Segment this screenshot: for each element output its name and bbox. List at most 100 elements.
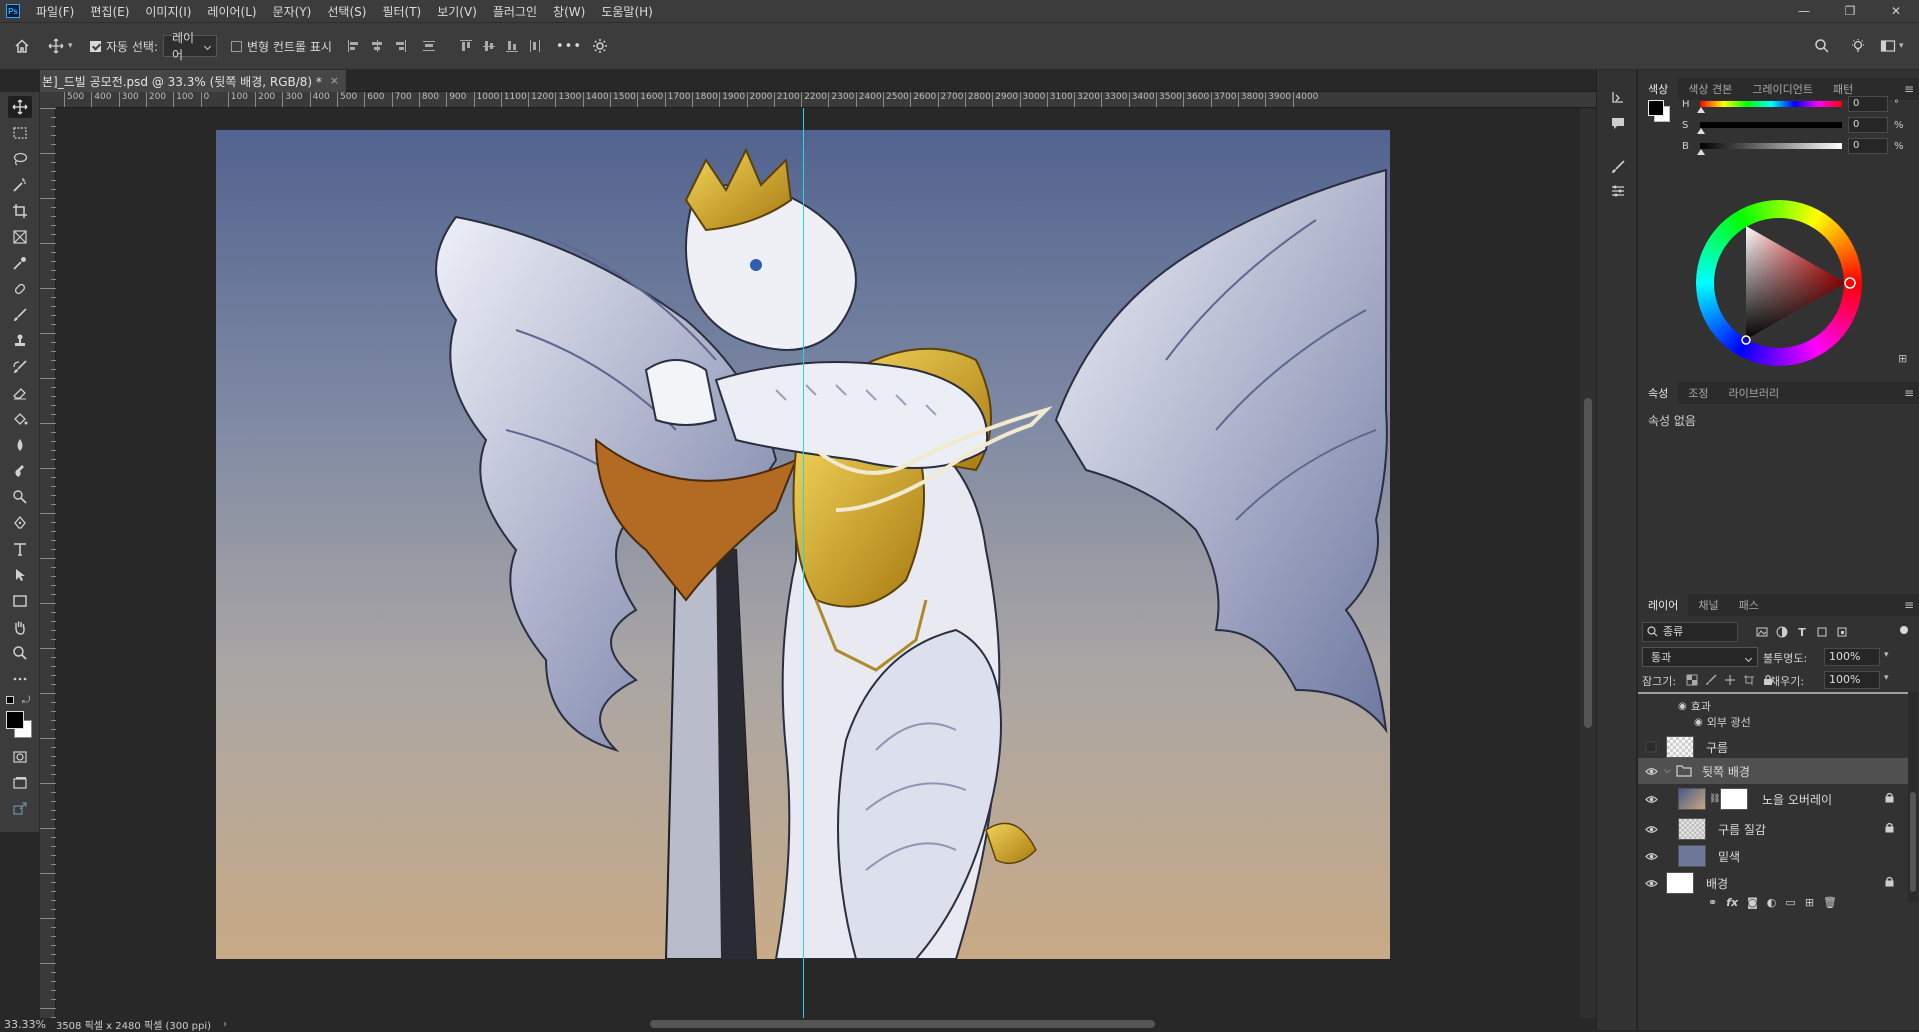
search-icon[interactable] <box>1814 35 1830 57</box>
layer-row[interactable]: 구름 <box>1638 734 1908 760</box>
menu-item-5[interactable]: 선택(S) <box>319 3 374 20</box>
close-button[interactable]: ✕ <box>1873 0 1919 22</box>
hand-tool-icon[interactable] <box>8 616 32 638</box>
new-adjustment-layer-icon[interactable]: ◐ <box>1767 896 1777 909</box>
brightness-knob[interactable] <box>1697 149 1705 155</box>
move-tool-preset-icon[interactable]: ▾ <box>48 35 73 57</box>
auto-select-toggle[interactable]: 자동 선택: <box>90 35 158 57</box>
filter-adjustment-icon[interactable] <box>1776 626 1788 638</box>
group-collapse-chevron-icon[interactable]: ⌵ <box>1664 766 1671 776</box>
layers-panel-menu-icon[interactable]: ≡ <box>1904 598 1914 612</box>
history-panel-icon[interactable] <box>1609 88 1627 106</box>
smudge-tool-icon[interactable] <box>8 460 32 482</box>
healing-brush-tool-icon[interactable] <box>8 278 32 300</box>
menu-item-0[interactable]: 파일(F) <box>28 3 82 20</box>
tab-properties[interactable]: 속성 <box>1638 382 1679 404</box>
properties-panel-menu-icon[interactable]: ≡ <box>1904 386 1914 400</box>
color-triangle[interactable] <box>1696 200 1862 366</box>
vertical-scrollbar-thumb[interactable] <box>1584 398 1592 728</box>
layers-scrollbar[interactable] <box>1908 692 1918 902</box>
dodge-tool-icon[interactable] <box>8 486 32 508</box>
fill-input[interactable]: 100% <box>1824 671 1880 689</box>
brightness-value[interactable]: 0 <box>1848 138 1888 154</box>
saturation-track[interactable] <box>1697 122 1842 134</box>
edit-toolbar-icon[interactable] <box>8 668 32 690</box>
hue-track[interactable] <box>1697 101 1842 113</box>
share-icon[interactable] <box>8 798 32 820</box>
transform-controls-toggle[interactable]: 변형 컨트롤 표시 <box>231 35 332 57</box>
effects-row[interactable]: ◉ 효과 <box>1678 698 1711 714</box>
align-top-icon[interactable] <box>458 38 474 54</box>
layer-thumbnail[interactable] <box>1666 736 1694 758</box>
new-layer-icon[interactable]: ⊞ <box>1805 896 1814 909</box>
brightness-track[interactable] <box>1697 143 1842 155</box>
blend-mode-dropdown[interactable]: 통과 <box>1642 647 1758 667</box>
move-tool-icon[interactable] <box>8 96 32 118</box>
new-group-icon[interactable]: ▭ <box>1785 896 1795 909</box>
align-bottom-icon[interactable] <box>504 38 520 54</box>
horizontal-scrollbar-thumb[interactable] <box>650 1020 1155 1028</box>
layers-scrollbar-thumb[interactable] <box>1910 792 1916 892</box>
brightness-slider[interactable]: B 0 % <box>1682 138 1912 155</box>
marquee-tool-icon[interactable] <box>8 122 32 144</box>
color-panel-menu-icon[interactable]: ≡ <box>1904 82 1914 96</box>
history-brush-tool-icon[interactable] <box>8 356 32 378</box>
canvas-area[interactable] <box>56 108 1580 1018</box>
menu-item-8[interactable]: 플러그인 <box>485 3 545 20</box>
layer-thumbnail[interactable] <box>1678 845 1706 867</box>
layer-filter-dropdown[interactable]: 종류 <box>1642 622 1738 642</box>
pen-tool-icon[interactable] <box>8 512 32 534</box>
vertical-scrollbar[interactable] <box>1580 108 1596 1018</box>
menu-item-6[interactable]: 필터(T) <box>374 3 429 20</box>
lock-position-icon[interactable] <box>1724 674 1736 686</box>
fill-dropdown-icon[interactable]: ▾ <box>1884 673 1889 683</box>
brush-settings-panel-icon[interactable] <box>1609 158 1627 176</box>
filter-toggle-icon[interactable] <box>1900 626 1908 634</box>
layer-row[interactable]: ⛓ 노을 오버레이 <box>1638 786 1908 812</box>
hue-ring-cursor[interactable] <box>1844 277 1856 289</box>
clone-stamp-tool-icon[interactable] <box>8 330 32 352</box>
magic-wand-tool-icon[interactable] <box>8 174 32 196</box>
opacity-dropdown-icon[interactable]: ▾ <box>1884 650 1889 660</box>
layer-style-fx-icon[interactable]: fx <box>1726 896 1738 909</box>
menu-item-3[interactable]: 레이어(L) <box>199 3 264 20</box>
vertical-ruler[interactable] <box>40 108 56 1018</box>
distribute-vertical-icon[interactable] <box>421 38 437 54</box>
status-menu-arrow[interactable]: › <box>223 1019 227 1030</box>
saturation-knob[interactable] <box>1697 128 1705 134</box>
horizontal-ruler[interactable]: 500 400 300 200 100 0 100 200 300 400 500 600 700 800… <box>56 92 1596 108</box>
align-right-icon[interactable] <box>392 38 408 54</box>
rectangle-tool-icon[interactable] <box>8 590 32 612</box>
lock-transparent-icon[interactable] <box>1686 674 1698 686</box>
paint-bucket-tool-icon[interactable] <box>8 408 32 430</box>
minimize-button[interactable]: — <box>1781 0 1827 22</box>
menu-item-9[interactable]: 창(W) <box>545 3 593 20</box>
settings-gear-icon[interactable] <box>592 35 608 57</box>
discover-bulb-icon[interactable] <box>1850 35 1866 57</box>
auto-select-checkbox[interactable] <box>90 40 101 52</box>
hidden-visibility-icon[interactable] <box>1644 740 1658 754</box>
adjustment-presets-panel-icon[interactable] <box>1609 182 1627 200</box>
eye-visibility-icon[interactable] <box>1644 764 1658 778</box>
brush-tool-icon[interactable] <box>8 304 32 326</box>
filter-type-icon[interactable]: T <box>1796 626 1808 639</box>
layer-row[interactable]: 밑색 <box>1638 843 1908 869</box>
outer-glow-effect-row[interactable]: ◉ 외부 광선 <box>1694 714 1751 730</box>
type-tool-icon[interactable] <box>8 538 32 560</box>
restore-button[interactable]: ❐ <box>1827 0 1873 22</box>
eye-visibility-icon[interactable] <box>1644 849 1658 863</box>
align-center-horizontal-icon[interactable] <box>369 38 385 54</box>
opacity-input[interactable]: 100% <box>1824 648 1880 666</box>
crop-tool-icon[interactable] <box>8 200 32 222</box>
menu-item-4[interactable]: 문자(Y) <box>265 3 320 20</box>
lasso-tool-icon[interactable] <box>8 148 32 170</box>
screen-mode-icon[interactable] <box>8 772 32 794</box>
quick-mask-icon[interactable] <box>8 746 32 768</box>
foreground-color-swatch[interactable] <box>6 711 24 729</box>
filter-shape-icon[interactable] <box>1816 626 1828 638</box>
color-wheel[interactable] <box>1696 200 1862 366</box>
workspace-layout-icon[interactable]: ▾ <box>1880 35 1904 57</box>
tab-adjustments[interactable]: 조정 <box>1678 382 1718 404</box>
frame-tool-icon[interactable] <box>8 226 32 248</box>
hue-value[interactable]: 0 <box>1848 96 1888 112</box>
